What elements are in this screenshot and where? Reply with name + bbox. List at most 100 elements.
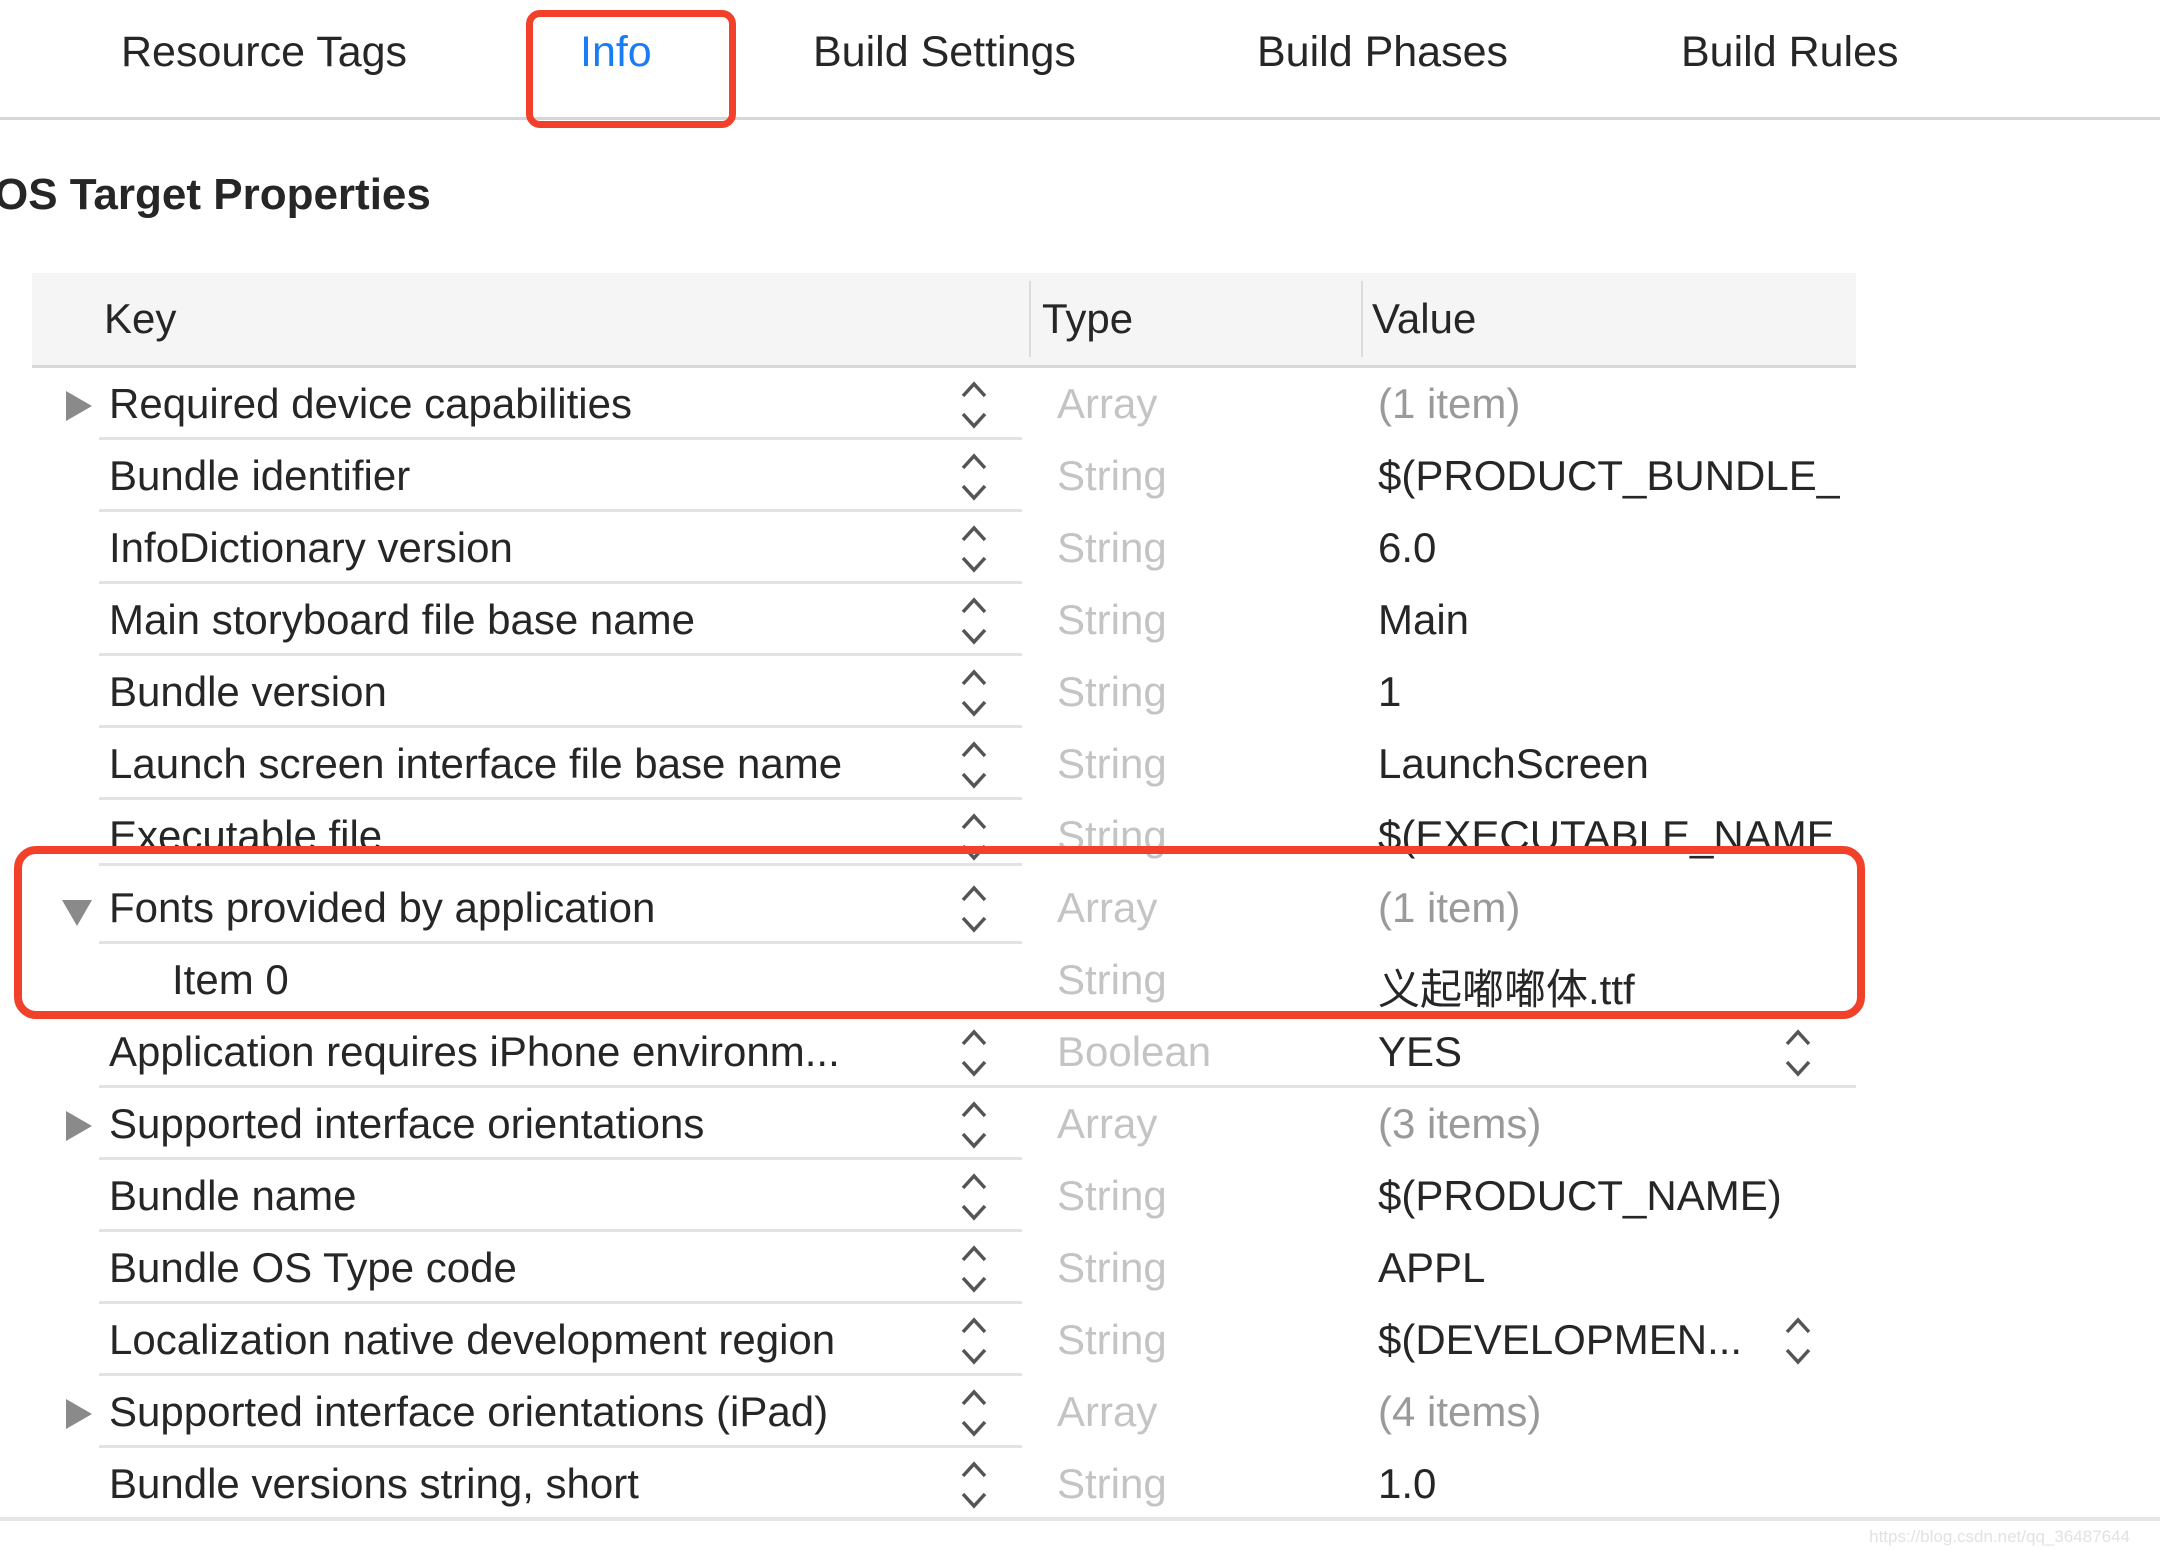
key-stepper-icon[interactable]	[959, 450, 989, 504]
tab-build-rules[interactable]: Build Rules	[1681, 28, 1899, 77]
value-stepper-icon[interactable]	[1783, 1314, 1813, 1368]
key-stepper-icon[interactable]	[959, 594, 989, 648]
row-type[interactable]: String	[1057, 1244, 1167, 1292]
row-value[interactable]: (1 item)	[1378, 380, 1520, 428]
row-type[interactable]: String	[1057, 668, 1167, 716]
disclosure-triangle-collapsed-icon[interactable]	[66, 1399, 92, 1429]
row-value[interactable]: APPL	[1378, 1244, 1485, 1292]
row-type[interactable]: Array	[1057, 1388, 1157, 1436]
disclosure-triangle-collapsed-icon[interactable]	[66, 391, 92, 421]
key-stepper-icon[interactable]	[959, 1098, 989, 1152]
row-key[interactable]: Fonts provided by application	[109, 884, 655, 932]
column-divider[interactable]	[1029, 281, 1031, 357]
row-type[interactable]: Array	[1057, 380, 1157, 428]
column-header-key[interactable]: Key	[104, 295, 176, 343]
key-stepper-icon[interactable]	[959, 1026, 989, 1080]
table-row[interactable]: Bundle version String 1	[32, 656, 1856, 728]
column-header-type[interactable]: Type	[1042, 295, 1133, 343]
column-divider[interactable]	[1361, 281, 1363, 357]
row-type[interactable]: String	[1057, 1460, 1167, 1508]
row-key[interactable]: Bundle OS Type code	[109, 1244, 517, 1292]
row-value[interactable]: $(DEVELOPMEN...	[1378, 1316, 1742, 1364]
row-value[interactable]: 6.0	[1378, 524, 1436, 572]
row-type[interactable]: String	[1057, 1172, 1167, 1220]
tab-resource-tags[interactable]: Resource Tags	[121, 28, 407, 77]
key-stepper-icon[interactable]	[959, 882, 989, 936]
row-value[interactable]: (3 items)	[1378, 1100, 1541, 1148]
table-row[interactable]: Executable file String $(EXECUTABLE_NAME	[32, 800, 1856, 866]
row-value[interactable]: 1	[1378, 668, 1401, 716]
row-key[interactable]: Item 0	[172, 956, 289, 1004]
column-header-value[interactable]: Value	[1372, 295, 1476, 343]
row-key[interactable]: Bundle versions string, short	[109, 1460, 639, 1508]
section-title: OS Target Properties	[0, 170, 431, 219]
key-stepper-icon[interactable]	[959, 522, 989, 576]
row-type[interactable]: String	[1057, 812, 1167, 860]
key-stepper-icon[interactable]	[959, 1386, 989, 1440]
row-key[interactable]: Required device capabilities	[109, 380, 632, 428]
row-value[interactable]: $(EXECUTABLE_NAME	[1378, 812, 1835, 860]
key-stepper-icon[interactable]	[959, 1458, 989, 1512]
table-row[interactable]: Required device capabilities Array (1 item…	[32, 368, 1856, 440]
table-row[interactable]: Localization native development region St…	[32, 1304, 1856, 1376]
key-stepper-icon[interactable]	[959, 378, 989, 432]
row-type[interactable]: Array	[1057, 1100, 1157, 1148]
table-row[interactable]: Bundle versions string, short String 1.0	[32, 1448, 1856, 1520]
row-key[interactable]: Supported interface orientations (iPad)	[109, 1388, 828, 1436]
row-key[interactable]: Application requires iPhone environm...	[109, 1028, 840, 1076]
table-row[interactable]: Item 0 String 义起嘟嘟体.ttf	[32, 944, 1856, 1016]
row-value[interactable]: LaunchScreen	[1378, 740, 1649, 788]
properties-table: Key Type Value Required device capabilit…	[32, 273, 1856, 1520]
table-row[interactable]: Fonts provided by application Array (1 ite…	[32, 872, 1856, 944]
key-stepper-icon[interactable]	[959, 1242, 989, 1296]
row-value[interactable]: (1 item)	[1378, 884, 1520, 932]
value-stepper-icon[interactable]	[1783, 1026, 1813, 1080]
row-key[interactable]: Executable file	[109, 812, 382, 860]
table-row[interactable]: Main storyboard file base name String Main	[32, 584, 1856, 656]
row-key[interactable]: Bundle version	[109, 668, 387, 716]
info-tab-highlight	[526, 10, 736, 128]
row-type[interactable]: String	[1057, 956, 1167, 1004]
table-row[interactable]: Supported interface orientations (iPad) A…	[32, 1376, 1856, 1448]
table-row[interactable]: Bundle OS Type code String APPL	[32, 1232, 1856, 1304]
key-stepper-icon[interactable]	[959, 1170, 989, 1224]
disclosure-triangle-expanded-icon[interactable]	[62, 900, 92, 926]
row-value[interactable]: YES	[1378, 1028, 1462, 1076]
table-row[interactable]: Launch screen interface file base name St…	[32, 728, 1856, 800]
row-type[interactable]: String	[1057, 740, 1167, 788]
row-type[interactable]: String	[1057, 596, 1167, 644]
row-key[interactable]: InfoDictionary version	[109, 524, 513, 572]
key-stepper-icon[interactable]	[959, 1314, 989, 1368]
row-separator	[99, 863, 1022, 866]
row-type[interactable]: String	[1057, 452, 1167, 500]
table-row[interactable]: InfoDictionary version String 6.0	[32, 512, 1856, 584]
row-type[interactable]: String	[1057, 1316, 1167, 1364]
row-value[interactable]: (4 items)	[1378, 1388, 1541, 1436]
row-type[interactable]: Boolean	[1057, 1028, 1211, 1076]
row-value[interactable]: 1.0	[1378, 1460, 1436, 1508]
table-row[interactable]: Bundle identifier String $(PRODUCT_BUNDLE_	[32, 440, 1856, 512]
row-value[interactable]: 义起嘟嘟体.ttf	[1378, 956, 1635, 1016]
key-stepper-icon[interactable]	[959, 810, 989, 864]
row-type[interactable]: Array	[1057, 884, 1157, 932]
tab-bar: Resource Tags Info Build Settings Build …	[0, 0, 2160, 128]
tab-build-phases[interactable]: Build Phases	[1257, 28, 1508, 77]
tab-build-settings[interactable]: Build Settings	[813, 28, 1076, 77]
row-key[interactable]: Bundle name	[109, 1172, 357, 1220]
row-key[interactable]: Localization native development region	[109, 1316, 835, 1364]
row-key[interactable]: Supported interface orientations	[109, 1100, 704, 1148]
table-header: Key Type Value	[32, 273, 1856, 368]
row-key[interactable]: Main storyboard file base name	[109, 596, 695, 644]
key-stepper-icon[interactable]	[959, 738, 989, 792]
table-row[interactable]: Application requires iPhone environm... B…	[32, 1016, 1856, 1088]
row-key[interactable]: Bundle identifier	[109, 452, 410, 500]
table-row[interactable]: Supported interface orientations Array (3 …	[32, 1088, 1856, 1160]
table-row[interactable]: Bundle name String $(PRODUCT_NAME)	[32, 1160, 1856, 1232]
row-value[interactable]: $(PRODUCT_NAME)	[1378, 1172, 1782, 1220]
key-stepper-icon[interactable]	[959, 666, 989, 720]
row-key[interactable]: Launch screen interface file base name	[109, 740, 842, 788]
row-value[interactable]: $(PRODUCT_BUNDLE_	[1378, 452, 1840, 500]
disclosure-triangle-collapsed-icon[interactable]	[66, 1111, 92, 1141]
row-type[interactable]: String	[1057, 524, 1167, 572]
row-value[interactable]: Main	[1378, 596, 1469, 644]
